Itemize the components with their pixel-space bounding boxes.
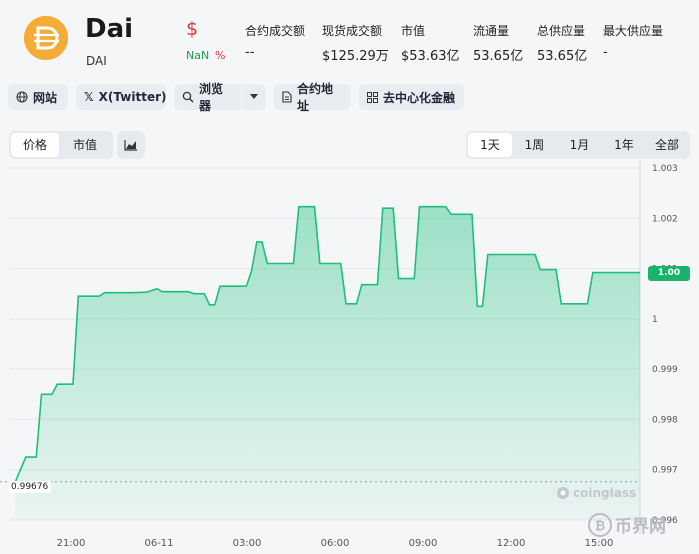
price-area bbox=[15, 206, 640, 520]
y-tick-label: 1 bbox=[652, 315, 658, 325]
x-tick-label: 21:00 bbox=[57, 538, 86, 549]
explorer-label: 浏览器 bbox=[199, 82, 224, 113]
range-1y[interactable]: 1年 bbox=[602, 133, 646, 157]
max-supply-value: - bbox=[603, 45, 608, 60]
range-switch: 1天 1周 1月 1年 全部 bbox=[466, 131, 690, 159]
explorer-button[interactable]: 浏览器 bbox=[174, 82, 241, 113]
coinglass-logo-icon bbox=[557, 487, 569, 499]
tab-market-cap[interactable]: 市值 bbox=[59, 133, 111, 157]
circulating-supply-value: 53.65亿 bbox=[473, 49, 524, 64]
area-chart-icon bbox=[124, 140, 137, 151]
y-tick-label: 1.002 bbox=[652, 214, 678, 224]
x-tick-label: 15:00 bbox=[585, 538, 614, 549]
x-tick-label: 03:00 bbox=[233, 538, 262, 549]
current-price-tag: 1.00 bbox=[648, 266, 690, 281]
website-label: 网站 bbox=[33, 90, 58, 105]
x-tick-label: 06-11 bbox=[144, 538, 173, 549]
globe-icon bbox=[16, 91, 28, 103]
max-supply-label: 最大供应量 bbox=[603, 24, 664, 38]
dai-logo-icon bbox=[24, 16, 68, 60]
x-tick-label: 09:00 bbox=[409, 538, 438, 549]
spot-volume-label: 现货成交额 bbox=[322, 24, 383, 38]
y-tick-label: 0.999 bbox=[652, 365, 678, 375]
bitcoin-logo-icon: ₿ bbox=[588, 512, 612, 537]
market-cap-label: 市值 bbox=[401, 24, 426, 38]
price-value: $ bbox=[186, 18, 199, 40]
futures-volume-value: -- bbox=[245, 45, 255, 60]
price-change-value: NaN bbox=[186, 49, 210, 62]
range-1d[interactable]: 1天 bbox=[468, 133, 512, 157]
total-supply-value: 53.65亿 bbox=[537, 49, 588, 64]
grid-icon bbox=[367, 91, 378, 103]
document-icon bbox=[282, 91, 292, 103]
caret-down-icon bbox=[250, 94, 258, 99]
y-tick-label: 0.998 bbox=[652, 415, 678, 425]
search-icon bbox=[182, 91, 194, 103]
range-1w[interactable]: 1周 bbox=[512, 133, 557, 157]
coin-symbol: DAI bbox=[86, 54, 107, 68]
spot-volume-value: $125.29万 bbox=[322, 49, 389, 64]
total-supply-label: 总供应量 bbox=[537, 24, 586, 38]
futures-volume-label: 合约成交额 bbox=[245, 24, 306, 38]
min-price-label: 0.99676 bbox=[8, 481, 52, 493]
defi-button[interactable]: 去中心化金融 bbox=[359, 84, 464, 110]
chart-type-switch: 价格 市值 bbox=[9, 131, 113, 159]
website-button[interactable]: 网站 bbox=[8, 84, 68, 110]
price-change-unit: % bbox=[215, 49, 226, 62]
svg-text:₿: ₿ bbox=[595, 519, 606, 534]
explorer-dropdown-button[interactable] bbox=[242, 84, 266, 110]
range-all[interactable]: 全部 bbox=[646, 133, 688, 157]
y-tick-label: 0.997 bbox=[652, 466, 678, 476]
defi-label: 去中心化金融 bbox=[383, 90, 456, 105]
tab-price[interactable]: 价格 bbox=[11, 133, 59, 157]
contract-address-label: 合约地址 bbox=[297, 82, 334, 113]
coinglass-text: coinglass bbox=[573, 486, 637, 500]
chart-style-button[interactable] bbox=[117, 131, 145, 159]
coinglass-watermark: coinglass bbox=[556, 486, 636, 500]
corner-watermark-text: 币界网 bbox=[615, 517, 666, 537]
range-1m[interactable]: 1月 bbox=[557, 133, 602, 157]
market-cap-value: $53.63亿 bbox=[401, 49, 460, 64]
x-tick-label: 12:00 bbox=[497, 538, 526, 549]
twitter-button[interactable]: 𝕏 X(Twitter) bbox=[76, 84, 167, 110]
x-logo-icon: 𝕏 bbox=[84, 90, 94, 104]
twitter-label: X(Twitter) bbox=[98, 90, 167, 104]
corner-watermark: ₿ 币界网 bbox=[588, 512, 666, 537]
x-tick-label: 06:00 bbox=[321, 538, 350, 549]
y-tick-label: 1.003 bbox=[652, 164, 678, 174]
circulating-supply-label: 流通量 bbox=[473, 24, 510, 38]
contract-address-button[interactable]: 合约地址 bbox=[274, 82, 351, 113]
coin-name: Dai bbox=[85, 14, 134, 44]
